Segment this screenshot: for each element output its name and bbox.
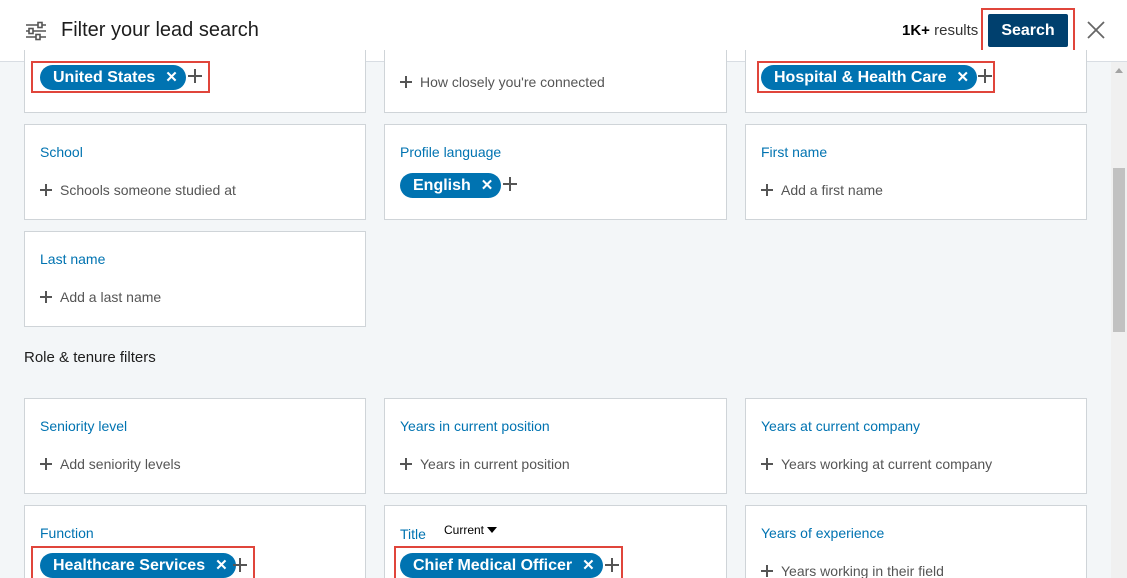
industry-pill[interactable]: Hospital & Health Care ✕ — [761, 65, 978, 90]
school-label: School — [40, 144, 83, 160]
title-scope-dropdown[interactable]: Current — [444, 523, 498, 537]
first-name-placeholder: Add a first name — [781, 182, 883, 198]
function-pill-label: Healthcare Services — [53, 557, 206, 574]
add-industry-plus-icon[interactable] — [978, 69, 992, 83]
first-name-label: First name — [761, 144, 828, 160]
scrollbar[interactable] — [1111, 62, 1127, 578]
results-number: 1K+ — [902, 22, 930, 39]
plus-icon — [40, 458, 52, 470]
add-language-plus-icon[interactable] — [503, 177, 517, 191]
add-title-plus-icon[interactable] — [605, 558, 619, 572]
plus-icon — [400, 458, 412, 470]
last-name-label: Last name — [40, 251, 106, 267]
add-geography-plus-icon[interactable] — [188, 69, 202, 83]
years-position-placeholder: Years in current position — [420, 456, 570, 472]
scrollbar-thumb[interactable] — [1113, 168, 1125, 332]
relationship-placeholder: How closely you're connected — [420, 74, 605, 90]
first-name-card: First name Add a first name — [745, 124, 1087, 220]
seniority-label: Seniority level — [40, 418, 128, 434]
plus-icon — [761, 184, 773, 196]
plus-icon — [761, 565, 773, 577]
language-pill-label: English — [413, 177, 471, 194]
years-position-label: Years in current position — [400, 418, 550, 434]
plus-icon — [400, 76, 412, 88]
remove-icon[interactable]: ✕ — [215, 553, 228, 578]
results-label: results — [934, 22, 979, 39]
plus-icon — [40, 184, 52, 196]
remove-icon[interactable]: ✕ — [956, 65, 969, 90]
add-seniority[interactable]: Add seniority levels — [40, 456, 181, 472]
close-icon[interactable] — [1085, 19, 1107, 41]
add-relationship[interactable]: How closely you're connected — [400, 74, 605, 90]
function-card: Function Healthcare Services ✕ — [24, 505, 366, 578]
remove-icon[interactable]: ✕ — [481, 173, 494, 198]
industry-card: Hospital & Health Care ✕ — [745, 50, 1087, 113]
last-name-card: Last name Add a last name — [24, 231, 366, 327]
add-years-experience[interactable]: Years working in their field — [761, 563, 944, 578]
years-company-label: Years at current company — [761, 418, 921, 434]
caret-down-icon — [487, 527, 498, 533]
add-function-plus-icon[interactable] — [233, 558, 247, 572]
page-title: Filter your lead search — [61, 19, 259, 41]
add-last-name[interactable]: Add a last name — [40, 289, 161, 305]
years-company-card: Years at current company Years working a… — [745, 398, 1087, 494]
seniority-card: Seniority level Add seniority levels — [24, 398, 366, 494]
results-count: 1K+ results — [902, 22, 978, 39]
add-first-name[interactable]: Add a first name — [761, 182, 883, 198]
geography-pill-label: United States — [53, 69, 156, 86]
years-experience-placeholder: Years working in their field — [781, 563, 944, 578]
last-name-placeholder: Add a last name — [60, 289, 162, 305]
scroll-up-arrow-icon[interactable] — [1115, 68, 1123, 73]
filter-sliders-icon — [26, 21, 46, 41]
language-pill[interactable]: English ✕ — [400, 173, 502, 198]
years-experience-label: Years of experience — [761, 525, 885, 541]
geography-pill[interactable]: United States ✕ — [40, 65, 186, 90]
geography-card: United States ✕ — [24, 50, 366, 113]
title-card: Title Chief Medical Officer ✕ — [384, 505, 727, 578]
title-scope-value: Current — [444, 523, 485, 537]
school-card: School Schools someone studied at — [24, 124, 366, 220]
remove-icon[interactable]: ✕ — [582, 553, 595, 578]
years-company-placeholder: Years working at current company — [781, 456, 993, 472]
add-years-company[interactable]: Years working at current company — [761, 456, 992, 472]
school-placeholder: Schools someone studied at — [60, 182, 236, 198]
seniority-placeholder: Add seniority levels — [60, 456, 181, 472]
relationship-card: How closely you're connected — [384, 50, 727, 113]
industry-pill-label: Hospital & Health Care — [774, 69, 947, 86]
function-label: Function — [40, 525, 94, 541]
add-school[interactable]: Schools someone studied at — [40, 182, 236, 198]
profile-language-card: Profile language English ✕ — [384, 124, 727, 220]
title-pill-label: Chief Medical Officer — [413, 557, 573, 574]
search-button[interactable]: Search — [988, 14, 1068, 47]
function-pill[interactable]: Healthcare Services ✕ — [40, 553, 236, 578]
plus-icon — [761, 458, 773, 470]
profile-language-label: Profile language — [400, 144, 502, 160]
add-years-position[interactable]: Years in current position — [400, 456, 570, 472]
title-pill[interactable]: Chief Medical Officer ✕ — [400, 553, 603, 578]
plus-icon — [40, 291, 52, 303]
years-position-card: Years in current position Years in curre… — [384, 398, 727, 494]
remove-icon[interactable]: ✕ — [165, 65, 178, 90]
title-label: Title — [400, 526, 426, 542]
role-tenure-section-title: Role & tenure filters — [24, 349, 156, 366]
years-experience-card: Years of experience Years working in the… — [745, 505, 1087, 578]
